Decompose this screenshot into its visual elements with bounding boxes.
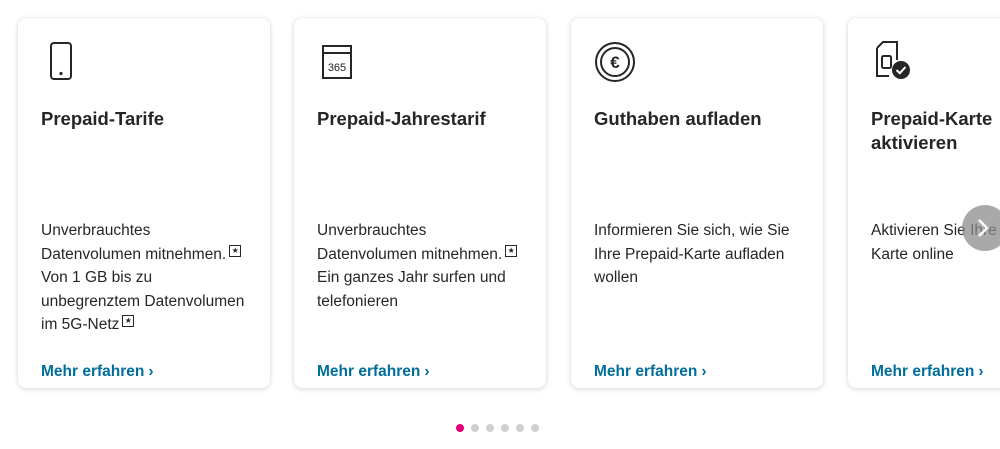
chevron-right-icon (978, 219, 989, 237)
footnote-star-icon[interactable]: ★ (122, 315, 135, 327)
card-prepaid-karte-aktivieren[interactable]: Prepaid-Karte aktivieren Aktivieren Sie … (848, 18, 1000, 388)
chevron-right-icon: › (424, 363, 430, 380)
footnote-star-icon[interactable]: ★ (229, 244, 242, 257)
calendar-365-icon: 365 (317, 40, 357, 84)
svg-text:€: € (610, 53, 620, 72)
card-prepaid-jahrestarif[interactable]: 365 Prepaid-Jahrestarif Unverbrauchtes D… (294, 18, 546, 388)
card-title: Guthaben aufladen (594, 108, 762, 129)
mehr-erfahren-link[interactable]: Mehr erfahren › (41, 362, 154, 382)
card-carousel: Prepaid-Tarife Unverbrauchtes Datenvolum… (0, 0, 1000, 449)
chevron-right-icon: › (148, 363, 154, 380)
card-title: Prepaid-Tarife (41, 108, 165, 129)
mehr-erfahren-link[interactable]: Mehr erfahren › (317, 362, 430, 382)
card-guthaben-aufladen[interactable]: € Guthaben aufladen Informieren Sie sich… (571, 18, 823, 388)
pagination-dot[interactable] (456, 424, 464, 432)
pagination-dot[interactable] (516, 424, 524, 432)
footnote-star-icon[interactable]: ★ (505, 244, 518, 257)
card-prepaid-tarife[interactable]: Prepaid-Tarife Unverbrauchtes Datenvolum… (18, 18, 270, 388)
euro-coin-icon: € (594, 40, 635, 84)
card-description: Unverbrauchtes Datenvolumen mitnehmen. ★ … (317, 219, 532, 313)
smartphone-icon (41, 40, 81, 84)
svg-text:365: 365 (328, 62, 346, 74)
carousel-next-button[interactable] (962, 205, 1000, 251)
mehr-erfahren-link[interactable]: Mehr erfahren › (594, 362, 707, 382)
carousel-pagination (456, 424, 539, 432)
mehr-erfahren-link[interactable]: Mehr erfahren › (871, 362, 984, 382)
chevron-right-icon: › (701, 363, 707, 380)
sim-card-check-icon (871, 40, 911, 84)
pagination-dot[interactable] (486, 424, 494, 432)
card-description: Unverbrauchtes Datenvolumen mitnehmen. ★ … (41, 222, 245, 333)
card-description: Informieren Sie sich, wie Sie Ihre Prepa… (594, 222, 790, 286)
card-title: Prepaid-Karte aktivieren (871, 108, 993, 153)
pagination-dot[interactable] (501, 424, 509, 432)
pagination-dot[interactable] (531, 424, 539, 432)
pagination-dot[interactable] (471, 424, 479, 432)
chevron-right-icon: › (978, 363, 984, 380)
card-title: Prepaid-Jahrestarif (317, 108, 486, 129)
